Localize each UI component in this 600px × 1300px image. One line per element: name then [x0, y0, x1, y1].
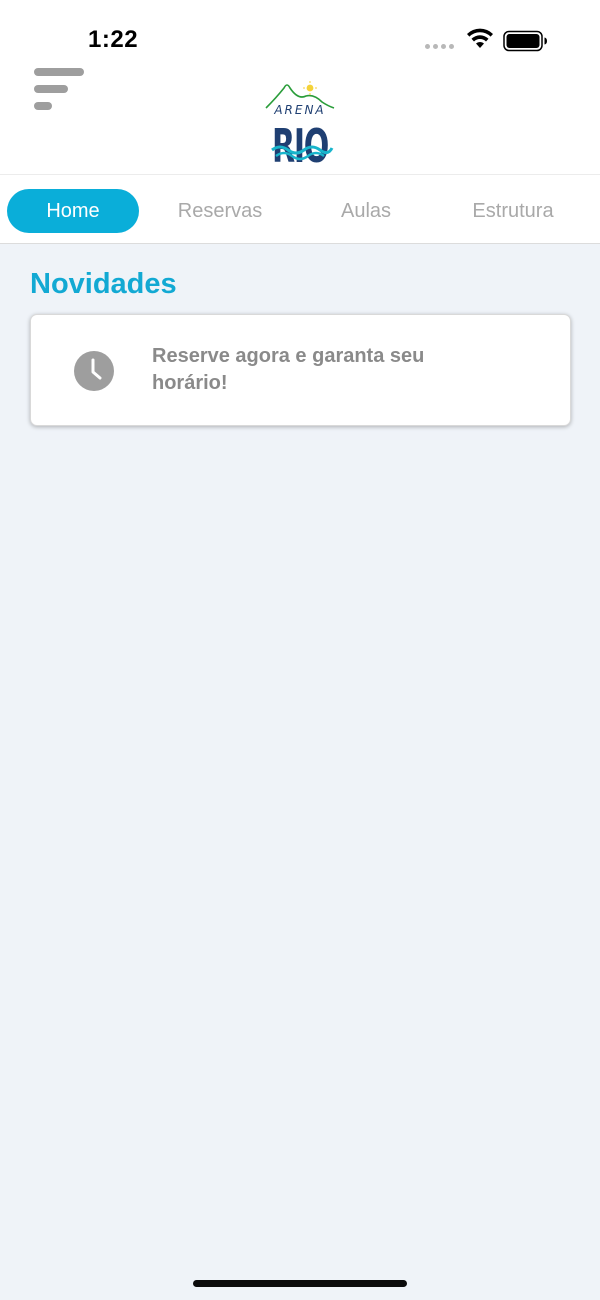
tab-bar: Home Reservas Aulas Estrutura: [0, 174, 600, 244]
wifi-icon: [467, 28, 493, 48]
status-time: 1:22: [88, 26, 139, 53]
home-indicator[interactable]: [193, 1280, 407, 1287]
menu-icon[interactable]: [34, 68, 86, 112]
tab-reservas[interactable]: Reservas: [154, 189, 286, 233]
cellular-signal-icon: [425, 44, 454, 49]
arena-rio-logo: ARENA RIO: [265, 81, 335, 166]
tab-aulas[interactable]: Aulas: [300, 189, 432, 233]
news-text: Reserve agora e garanta seu horário!: [152, 345, 425, 394]
news-card[interactable]: Reserve agora e garanta seu horário!: [30, 314, 571, 426]
status-bar: 1:22: [0, 0, 600, 66]
clock-icon: [74, 351, 114, 391]
app-header: ARENA RIO: [0, 66, 600, 174]
logo-text-arena: ARENA: [273, 103, 325, 117]
section-title-novidades: Novidades: [30, 268, 177, 300]
battery-icon: [503, 30, 547, 52]
tab-estrutura[interactable]: Estrutura: [447, 189, 579, 233]
tab-home[interactable]: Home: [7, 189, 139, 233]
